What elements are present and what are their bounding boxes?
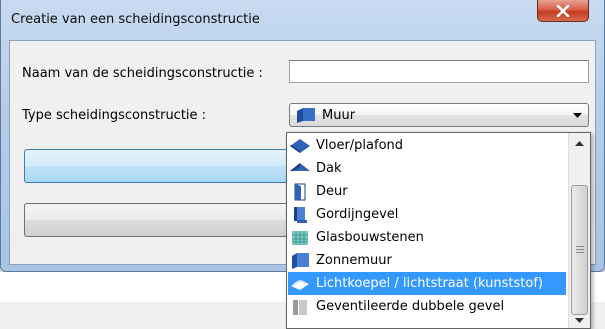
chevron-down-icon — [575, 317, 584, 323]
list-item-selected[interactable]: Lichtkoepel / lichtstraat (kunststof) — [288, 272, 566, 295]
list-item[interactable]: Gordijngevel — [288, 203, 566, 226]
type-select[interactable]: Muur — [289, 103, 589, 127]
list-item-label: Zonnemuur — [316, 253, 392, 268]
skylight-icon — [291, 279, 309, 290]
name-input[interactable] — [289, 60, 589, 83]
list-item-label: Vloer/plafond — [316, 138, 404, 153]
chevron-up-icon — [575, 140, 584, 146]
curtain-wall-icon — [294, 206, 307, 223]
list-item[interactable]: Dak — [288, 157, 566, 180]
list-item[interactable]: Geventileerde dubbele gevel — [288, 295, 566, 318]
scroll-up-button[interactable] — [569, 133, 590, 153]
scroll-thumb[interactable] — [571, 185, 588, 315]
roof-icon — [290, 162, 310, 171]
glass-block-icon — [292, 230, 308, 245]
type-label: Type scheidingsconstructie : — [22, 108, 207, 123]
chevron-down-icon — [573, 113, 582, 118]
wall-icon — [297, 108, 315, 123]
door-icon — [294, 183, 306, 200]
list-item-label: Glasbouwstenen — [316, 230, 424, 245]
list-item-label: Dak — [316, 161, 342, 176]
type-dropdown-list: Vloer/plafond Dak Deur Gordijngevel Glas… — [286, 132, 591, 329]
list-item[interactable]: Zonnemuur — [288, 249, 566, 272]
scroll-down-button[interactable] — [569, 310, 590, 328]
close-button[interactable] — [537, 0, 589, 22]
list-item-label: Geventileerde dubbele gevel — [316, 299, 505, 314]
window-title: Creatie van een scheidingsconstructie — [11, 12, 260, 27]
list-item[interactable]: Glasbouwstenen — [288, 226, 566, 249]
list-item-label: Gordijngevel — [316, 207, 399, 222]
dropdown-scrollbar[interactable] — [568, 133, 590, 328]
solar-wall-icon — [292, 252, 309, 269]
floor-icon — [290, 138, 310, 153]
list-item[interactable]: Deur — [288, 180, 566, 203]
list-item-label: Lichtkoepel / lichtstraat (kunststof) — [316, 276, 543, 291]
type-selected-value: Muur — [322, 108, 356, 123]
close-icon — [556, 4, 570, 17]
ventilated-facade-icon — [293, 299, 307, 315]
scroll-grip-icon — [576, 246, 584, 255]
list-item[interactable]: Vloer/plafond — [288, 134, 566, 157]
list-item-label: Deur — [316, 184, 348, 199]
name-label: Naam van de scheidingsconstructie : — [22, 66, 263, 81]
